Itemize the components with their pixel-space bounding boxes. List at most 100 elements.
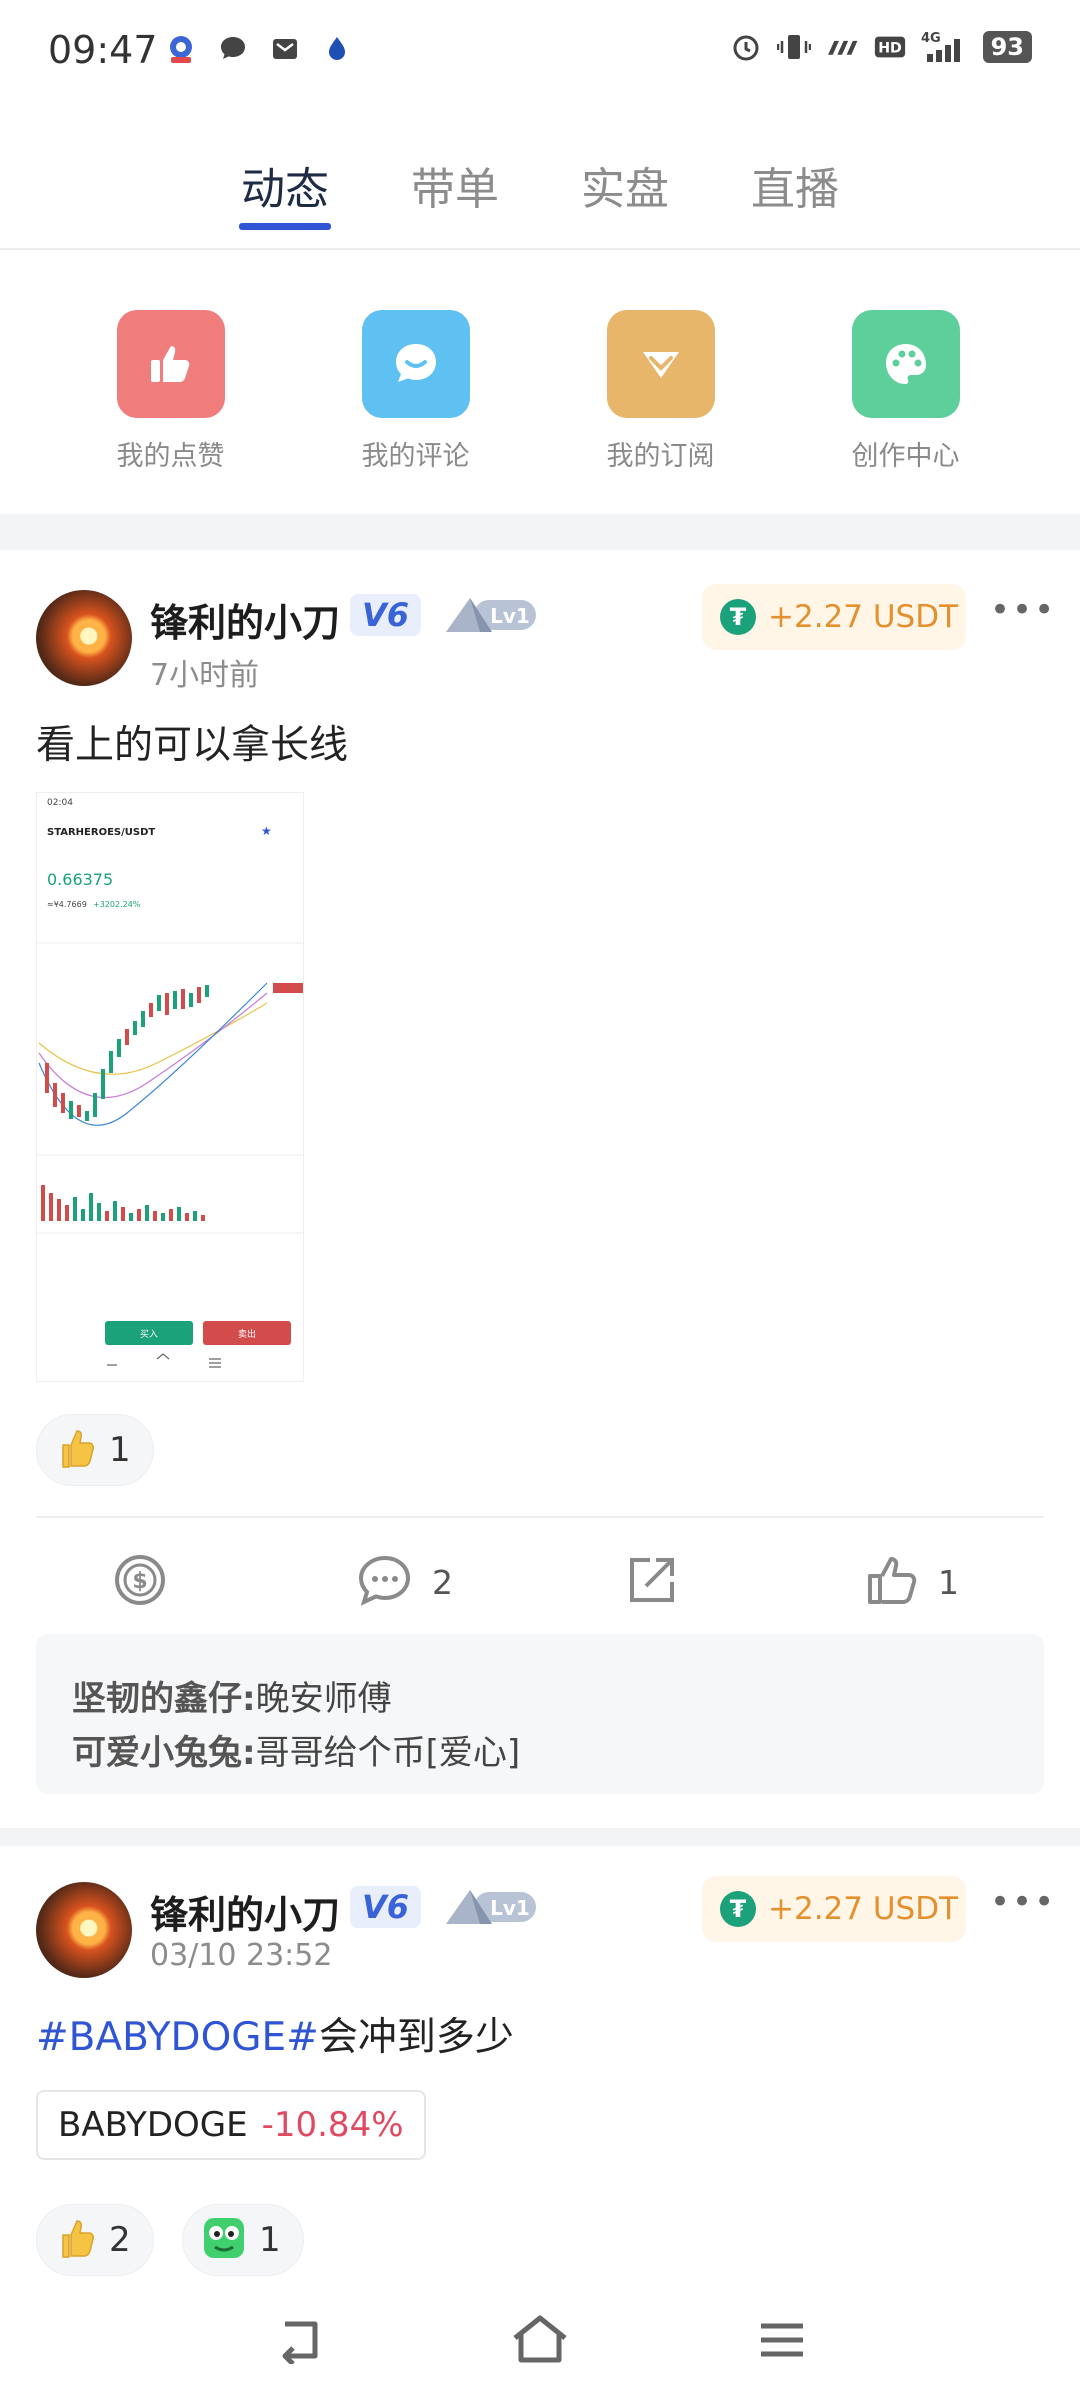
like-icon bbox=[864, 1552, 920, 1612]
thumbs-up-emoji-icon bbox=[55, 1425, 97, 1475]
image-buy-label: 买入 bbox=[140, 1329, 158, 1340]
my-subscriptions-button[interactable]: 我的订阅 bbox=[538, 310, 783, 473]
level-text: Lv1 bbox=[490, 604, 530, 628]
system-nav-bar bbox=[0, 2290, 1080, 2400]
chat-bubble-icon bbox=[361, 310, 470, 418]
my-likes-button[interactable]: 我的点赞 bbox=[48, 310, 293, 473]
post-card: 锋利的小刀 V6 Lv1 03/10 23:52 ₮ +2.27 USDT ••… bbox=[0, 1846, 1080, 2286]
like-count: 1 bbox=[938, 1562, 959, 1602]
image-price: 0.66375 bbox=[47, 870, 113, 889]
menu-icon bbox=[761, 2323, 803, 2357]
home-icon bbox=[513, 2315, 567, 2363]
app-notification-icon bbox=[164, 32, 198, 66]
thumbs-up-icon bbox=[116, 310, 225, 418]
share-icon bbox=[624, 1552, 680, 1612]
more-options-icon[interactable]: ••• bbox=[990, 1882, 1056, 1922]
image-status-time: 02:04 bbox=[47, 798, 73, 808]
post-time: 7小时前 bbox=[150, 658, 260, 693]
svg-text:$: $ bbox=[132, 1569, 147, 1594]
comment-text: 哥哥给个币[爱心] bbox=[255, 1733, 521, 1773]
coin-tag[interactable]: BABYDOGE -10.84% bbox=[36, 2090, 426, 2160]
comment-item: 坚韧的鑫仔:晚安师傅 bbox=[72, 1679, 392, 1719]
tab-live-stream[interactable]: 直播 bbox=[749, 150, 841, 230]
avatar[interactable] bbox=[36, 590, 132, 686]
back-icon bbox=[282, 2321, 318, 2364]
post-text: 看上的可以拿长线 bbox=[36, 723, 349, 768]
tip-text: +2.27 USDT bbox=[768, 599, 959, 635]
message-icon bbox=[216, 32, 250, 66]
reaction-green-face[interactable]: 1 bbox=[182, 2204, 304, 2276]
tab-live-trading[interactable]: 实盘 bbox=[579, 150, 671, 230]
section-separator bbox=[0, 1828, 1080, 1846]
subscribe-icon bbox=[606, 310, 715, 418]
alarm-icon bbox=[729, 30, 763, 64]
reaction-thumbs-up[interactable]: 2 bbox=[36, 2204, 154, 2276]
wifi-speed-icon bbox=[825, 30, 859, 64]
comment-user[interactable]: 坚韧的鑫仔 bbox=[72, 1679, 242, 1719]
vip-badge: V6 bbox=[350, 1886, 422, 1928]
reaction-count: 2 bbox=[109, 2220, 131, 2260]
avatar[interactable] bbox=[36, 1882, 132, 1978]
hashtag-link[interactable]: #BABYDOGE# bbox=[36, 2015, 319, 2060]
post-divider bbox=[36, 1516, 1044, 1518]
tip-text: +2.27 USDT bbox=[768, 1891, 959, 1927]
reward-icon: $ bbox=[112, 1552, 168, 1612]
svg-text:HD: HD bbox=[878, 41, 902, 57]
creator-center-label: 创作中心 bbox=[851, 441, 960, 472]
reaction-thumbs-up[interactable]: 1 bbox=[36, 1414, 154, 1486]
menu-button[interactable] bbox=[752, 2310, 812, 2370]
post-time: 03/10 23:52 bbox=[150, 1938, 333, 1973]
my-comments-button[interactable]: 我的评论 bbox=[293, 310, 538, 473]
comment-button[interactable]: 2 bbox=[356, 1552, 453, 1612]
comment-count: 2 bbox=[432, 1562, 453, 1602]
more-options-icon[interactable]: ••• bbox=[990, 590, 1056, 630]
top-tabs: 动态 带单 实盘 直播 bbox=[0, 150, 1080, 250]
thumbs-up-emoji-icon bbox=[55, 2215, 97, 2265]
like-button[interactable]: 1 bbox=[864, 1552, 959, 1612]
tip-amount[interactable]: ₮ +2.27 USDT bbox=[702, 1876, 966, 1942]
creator-center-button[interactable]: 创作中心 bbox=[783, 310, 1028, 473]
drop-icon bbox=[320, 32, 354, 66]
comment-preview[interactable]: 坚韧的鑫仔:晚安师傅 可爱小兔兔:哥哥给个币[爱心] bbox=[36, 1634, 1044, 1794]
mail-icon bbox=[268, 32, 302, 66]
post-text: #BABYDOGE#会冲到多少 bbox=[36, 2006, 514, 2062]
status-bar: 09:47 HD 4G 93 bbox=[0, 0, 1080, 100]
post-body: 会冲到多少 bbox=[318, 2015, 514, 2060]
green-face-emoji-icon bbox=[201, 2215, 247, 2265]
comment-user[interactable]: 可爱小兔兔 bbox=[72, 1733, 242, 1773]
battery-indicator: 93 bbox=[982, 31, 1032, 63]
my-comments-label: 我的评论 bbox=[361, 441, 470, 472]
network-label: 4G bbox=[921, 31, 941, 46]
author-name[interactable]: 锋利的小刀 bbox=[150, 592, 340, 647]
share-button[interactable] bbox=[624, 1552, 680, 1612]
comment-item: 可爱小兔兔:哥哥给个币[爱心] bbox=[72, 1733, 521, 1773]
notification-icons bbox=[164, 32, 354, 66]
reaction-count: 1 bbox=[109, 1430, 131, 1470]
post-image[interactable]: 02:04 STARHEROES/USDT ★ 0.66375 ≈¥4.7669… bbox=[36, 792, 304, 1382]
hd-icon: HD bbox=[873, 30, 907, 64]
my-subscriptions-label: 我的订阅 bbox=[606, 441, 715, 472]
tab-dynamics[interactable]: 动态 bbox=[239, 150, 331, 230]
image-pair: STARHEROES/USDT bbox=[47, 827, 155, 838]
image-cny: ≈¥4.7669 bbox=[47, 900, 87, 909]
reaction-count: 1 bbox=[259, 2220, 281, 2260]
tip-amount[interactable]: ₮ +2.27 USDT bbox=[702, 584, 966, 650]
post-card: 锋利的小刀 V6 Lv1 7小时前 ₮ +2.27 USDT ••• 看上的可以… bbox=[0, 550, 1080, 1820]
system-icons: HD 4G 93 bbox=[729, 30, 1032, 64]
usdt-coin-icon: ₮ bbox=[720, 1891, 756, 1927]
post-actions: $ 2 1 bbox=[0, 1548, 1080, 1628]
status-time: 09:47 bbox=[48, 28, 158, 72]
tab-copy-trading[interactable]: 带单 bbox=[409, 150, 501, 230]
vibrate-icon bbox=[776, 30, 811, 64]
usdt-coin-icon: ₮ bbox=[720, 599, 756, 635]
coin-change: -10.84% bbox=[261, 2105, 404, 2145]
palette-icon bbox=[851, 310, 960, 418]
level-badge: Lv1 bbox=[444, 594, 540, 636]
back-button[interactable] bbox=[270, 2310, 330, 2370]
quick-actions: 我的点赞 我的评论 我的订阅 创作中心 bbox=[0, 310, 1080, 473]
author-name[interactable]: 锋利的小刀 bbox=[150, 1884, 340, 1939]
home-button[interactable] bbox=[510, 2310, 570, 2370]
svg-text:★: ★ bbox=[261, 824, 272, 838]
reward-button[interactable]: $ bbox=[112, 1552, 168, 1612]
signal-icon: 4G bbox=[921, 30, 969, 64]
